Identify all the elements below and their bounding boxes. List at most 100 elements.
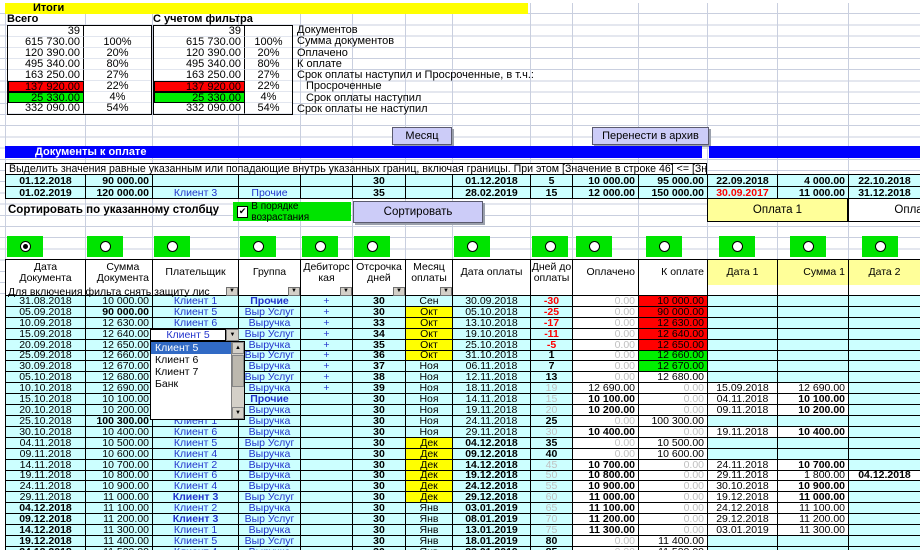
sort-column-radio[interactable] <box>302 236 338 257</box>
sort-column-radio[interactable] <box>532 236 568 257</box>
table-cell[interactable]: Выручка <box>239 383 301 395</box>
table-cell[interactable]: Выр Услуг <box>239 372 301 384</box>
table-cell[interactable]: 10 000.00 <box>639 296 708 307</box>
table-cell[interactable] <box>301 514 353 526</box>
table-cell[interactable]: 25 <box>531 415 573 427</box>
table-cell[interactable]: 14.11.2018 <box>453 394 531 406</box>
table-cell[interactable]: 10.10.2018 <box>6 383 86 395</box>
table-cell[interactable]: Янв <box>406 503 453 515</box>
sort-column-radio[interactable] <box>354 236 390 257</box>
table-cell[interactable]: 10 600.00 <box>639 448 708 460</box>
table-cell[interactable]: 30 <box>353 470 406 482</box>
table-cell[interactable]: 13 <box>531 372 573 384</box>
table-cell[interactable]: 30.10.2018 <box>708 481 778 493</box>
table-cell[interactable] <box>708 306 778 318</box>
table-cell[interactable]: 0.00 <box>639 426 708 438</box>
table-cell[interactable]: Клиент 5 <box>153 306 239 318</box>
table-cell[interactable]: 13.10.2018 <box>453 317 531 329</box>
table-cell[interactable]: 22.10.2018 <box>849 175 920 187</box>
table-cell[interactable]: Клиент 2 <box>153 459 239 471</box>
table-cell[interactable]: 12 660.00 <box>86 350 153 362</box>
table-cell[interactable]: 11 300.00 <box>778 525 849 536</box>
table-cell[interactable]: 03.01.2019 <box>708 525 778 536</box>
table-cell[interactable]: 30 <box>353 481 406 493</box>
table-cell[interactable]: Клиент 3 <box>153 492 239 504</box>
radio-icon[interactable] <box>658 241 670 252</box>
dropdown-item[interactable]: Клиент 7 <box>151 366 231 378</box>
table-cell[interactable] <box>301 492 353 504</box>
table-cell[interactable]: + <box>301 372 353 384</box>
table-cell[interactable]: 12 690.00 <box>573 383 639 395</box>
table-cell[interactable]: 1 800.00 <box>778 470 849 482</box>
table-cell[interactable] <box>778 328 849 340</box>
table-cell[interactable] <box>708 339 778 351</box>
table-cell[interactable]: 12 630.00 <box>639 317 708 329</box>
table-cell[interactable]: 14.12.2018 <box>453 459 531 471</box>
table-cell[interactable]: Янв <box>406 535 453 547</box>
table-cell[interactable]: 24.11.2018 <box>453 415 531 427</box>
radio-icon[interactable] <box>588 241 600 252</box>
table-cell[interactable] <box>301 426 353 438</box>
table-cell[interactable]: 11 400.00 <box>639 535 708 547</box>
table-cell[interactable] <box>778 350 849 362</box>
table-cell[interactable]: 08.01.2019 <box>453 514 531 526</box>
table-cell[interactable]: 11 200.00 <box>778 514 849 526</box>
table-cell[interactable]: 25.10.2018 <box>6 415 86 427</box>
table-cell[interactable]: + <box>301 306 353 318</box>
table-cell[interactable]: 09.11.2018 <box>6 448 86 460</box>
table-cell[interactable]: 11 200.00 <box>86 514 153 526</box>
table-cell[interactable]: 10 900.00 <box>778 481 849 493</box>
table-cell[interactable]: 10 700.00 <box>778 459 849 471</box>
table-cell[interactable]: Ноя <box>406 405 453 416</box>
table-cell[interactable]: 35 <box>353 339 406 351</box>
table-cell[interactable]: -5 <box>531 339 573 351</box>
table-cell[interactable]: Дек <box>406 470 453 482</box>
table-cell[interactable]: 24.12.2018 <box>708 503 778 515</box>
table-cell[interactable]: Сен <box>406 296 453 307</box>
radio-icon[interactable] <box>366 241 378 252</box>
table-cell[interactable]: 10 500.00 <box>86 437 153 449</box>
table-cell[interactable]: 20.09.2018 <box>6 339 86 351</box>
move-to-archive-button[interactable]: Перенести в архив <box>592 127 709 145</box>
table-cell[interactable]: 30 <box>353 503 406 515</box>
table-cell[interactable]: Клиент 6 <box>153 317 239 329</box>
radio-icon[interactable] <box>99 241 111 252</box>
table-cell[interactable]: 5 <box>531 175 573 187</box>
table-cell[interactable]: 15.09.2018 <box>6 328 86 340</box>
table-cell[interactable]: 19.11.2018 <box>6 470 86 482</box>
dropdown-item[interactable]: Клиент 5 <box>151 342 231 354</box>
radio-icon[interactable] <box>19 241 31 252</box>
table-cell[interactable] <box>849 394 920 406</box>
table-cell[interactable]: 19.12.2018 <box>6 535 86 547</box>
table-cell[interactable]: 03.01.2019 <box>453 503 531 515</box>
table-cell[interactable] <box>849 437 920 449</box>
table-cell[interactable]: 30 <box>353 296 406 307</box>
table-cell[interactable]: 0.00 <box>639 503 708 515</box>
table-cell[interactable]: 80 <box>531 535 573 547</box>
table-cell[interactable]: Окт <box>406 339 453 351</box>
table-cell[interactable]: 120 000.00 <box>86 187 153 199</box>
table-cell[interactable]: Выр Услуг <box>239 492 301 504</box>
sort-column-radio[interactable] <box>646 236 682 257</box>
table-cell[interactable]: 10 400.00 <box>86 426 153 438</box>
table-cell[interactable]: 11 100.00 <box>778 503 849 515</box>
table-cell[interactable]: 18.01.2019 <box>453 535 531 547</box>
table-cell[interactable]: 06.11.2018 <box>453 361 531 373</box>
table-cell[interactable]: 0.00 <box>639 492 708 504</box>
table-cell[interactable] <box>153 175 239 187</box>
sort-column-radio[interactable] <box>790 236 826 257</box>
table-cell[interactable]: 30 <box>353 306 406 318</box>
sort-column-radio[interactable] <box>87 236 123 257</box>
table-cell[interactable]: 19.12.2018 <box>708 492 778 504</box>
table-cell[interactable]: 10 400.00 <box>778 426 849 438</box>
table-cell[interactable]: 29.11.2018 <box>453 426 531 438</box>
table-cell[interactable] <box>849 503 920 515</box>
scroll-up-icon[interactable]: ▲ <box>232 342 244 354</box>
autofilter-dropdown-icon[interactable]: ▼ <box>226 286 238 296</box>
table-cell[interactable]: Выр Услуг <box>239 535 301 547</box>
table-cell[interactable]: 55 <box>531 481 573 493</box>
table-cell[interactable]: 30 <box>353 448 406 460</box>
table-cell[interactable]: 0.00 <box>639 405 708 416</box>
table-cell[interactable]: Выручка <box>239 317 301 329</box>
table-cell[interactable] <box>301 175 353 187</box>
